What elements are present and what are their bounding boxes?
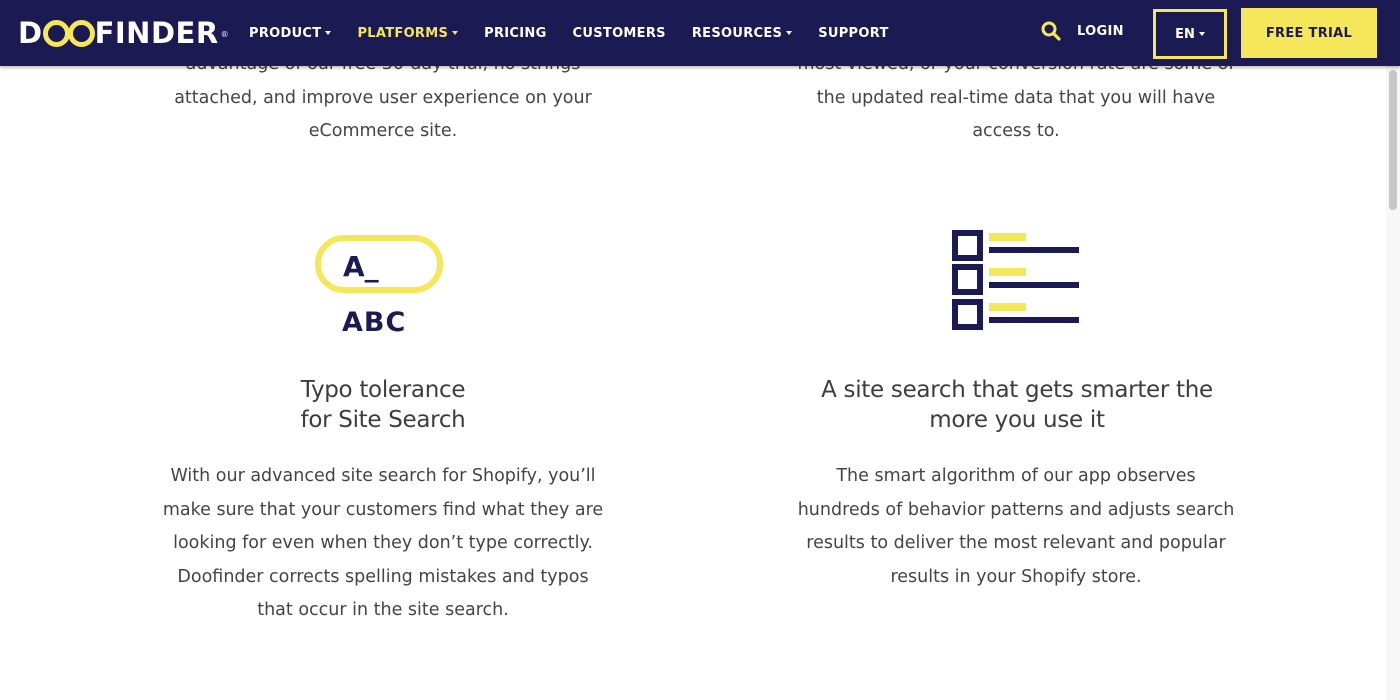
typo-input-text: A_ [343,250,379,283]
page-scrollbar[interactable] [1386,66,1400,700]
typo-corrected-text: ABC [342,307,407,338]
main-nav: PRODUCT PLATFORMS PRICING CUSTOMERS RESO… [249,0,915,66]
language-selector[interactable]: EN [1153,9,1227,59]
feature-title-smart-search: A site search that gets smarter the more… [821,377,1213,433]
scrollbar-thumb[interactable] [1389,70,1397,210]
nav-item-product[interactable]: PRODUCT [249,25,332,41]
feature-title-typo-tolerance: Typo tolerance for Site Search [300,377,466,433]
nav-item-pricing[interactable]: PRICING [484,26,546,41]
nav-item-label: RESOURCES [691,25,783,41]
page: D FINDER ® PRODUCT PLATFORMS PRICING CUS… [0,0,1400,700]
chevron-down-icon [786,31,793,35]
nav-item-support[interactable]: SUPPORT [818,26,888,41]
nav-item-label: PRODUCT [249,25,322,41]
nav-item-customers[interactable]: CUSTOMERS [573,26,666,41]
typo-tolerance-icon: A_ ABC [312,232,452,340]
free-trial-button[interactable]: FREE TRIAL [1241,8,1377,58]
nav-item-label: PRICING [484,25,547,41]
chevron-down-icon [1198,32,1205,36]
search-icon[interactable] [1041,21,1061,41]
nav-item-platforms[interactable]: PLATFORMS [357,25,459,41]
chevron-down-icon [325,31,332,35]
logo-rings [42,19,95,47]
doofinder-logo[interactable]: D FINDER ® [18,18,229,48]
nav-item-label: CUSTOMERS [572,25,666,41]
feature-description-smart-search: The smart algorithm of our app observes … [797,466,1235,587]
nav-item-label: PLATFORMS [357,25,449,41]
chevron-down-icon [452,31,459,35]
search-input-illustration [315,235,443,293]
checklist-icon [952,230,1079,330]
feature-description-typo-tolerance: With our advanced site search for Shopif… [162,466,604,620]
language-label: EN [1175,26,1195,42]
nav-item-resources[interactable]: RESOURCES [691,25,793,41]
top-navbar: D FINDER ® PRODUCT PLATFORMS PRICING CUS… [0,0,1400,66]
nav-item-label: SUPPORT [818,25,889,41]
login-link[interactable]: LOGIN [1077,24,1124,39]
